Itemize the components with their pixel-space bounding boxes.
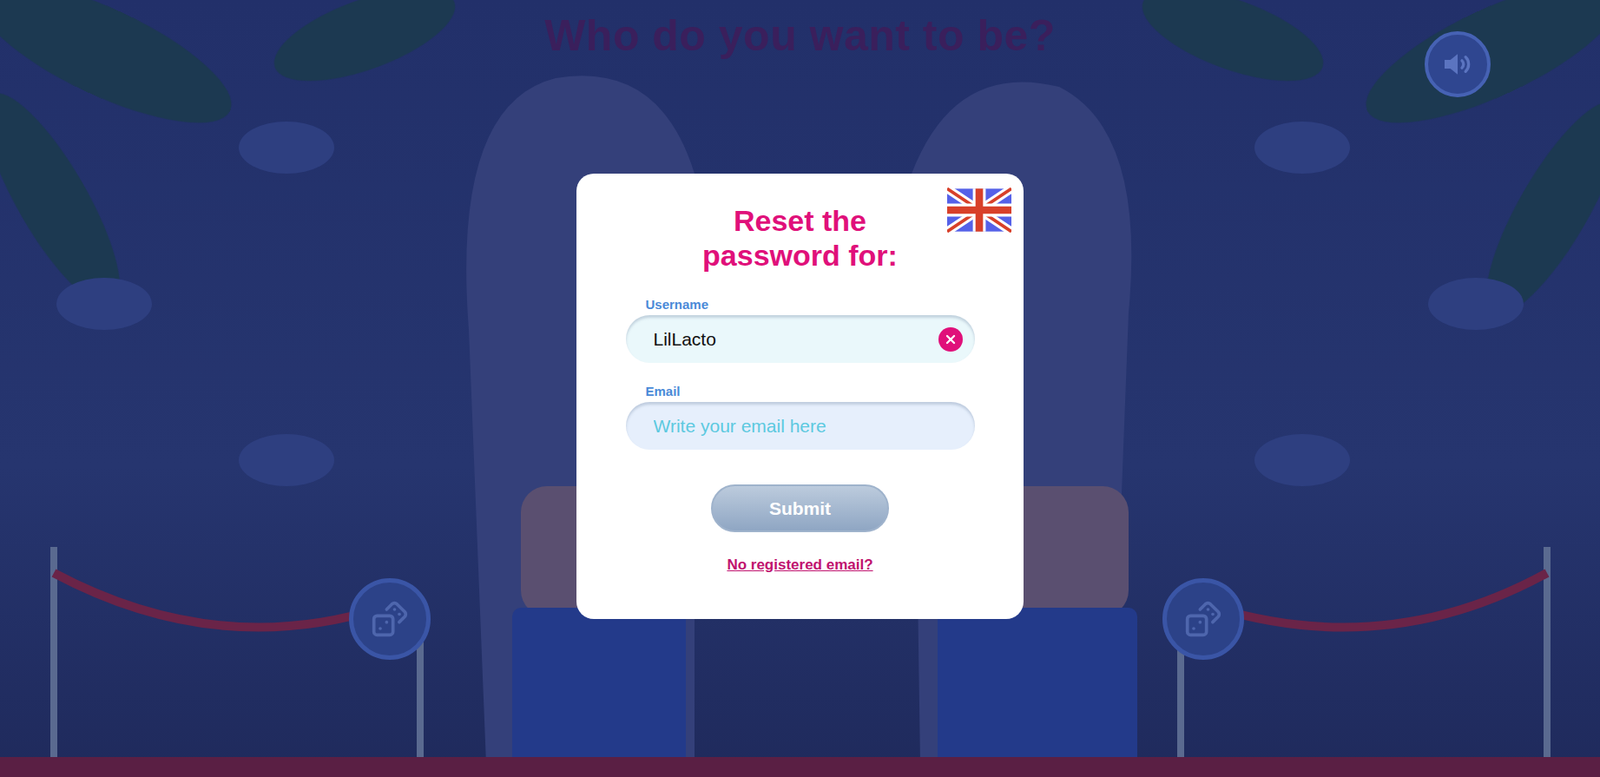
page: Who do you want to be? Reset the password… [0, 0, 1600, 777]
input-wrap [625, 315, 975, 363]
field-label: Email [625, 383, 975, 399]
input-wrap [625, 401, 975, 450]
dialog-overlay: Reset the password for: Username Email Subm… [0, 0, 1600, 777]
speaker-icon [1440, 46, 1475, 82]
form-field: Username [625, 296, 975, 363]
submit-button[interactable]: Submit [711, 484, 889, 533]
dice-icon [370, 599, 409, 639]
dice-icon [1184, 599, 1223, 639]
text-input[interactable] [625, 315, 975, 363]
close-icon [943, 332, 958, 347]
sound-button[interactable] [1424, 31, 1491, 98]
randomize-button[interactable] [348, 578, 431, 660]
reset-form: Username Email [625, 296, 975, 450]
randomize-button[interactable] [1162, 578, 1245, 660]
no-email-link[interactable]: No registered email? [726, 556, 873, 574]
field-label: Username [625, 296, 975, 312]
flag-icon[interactable] [947, 185, 1012, 235]
text-input[interactable] [625, 401, 975, 450]
form-field: Email [625, 383, 975, 450]
clear-button[interactable] [938, 327, 963, 352]
reset-password-dialog: Reset the password for: Username Email Subm… [576, 173, 1024, 619]
screen-title: Who do you want to be? [544, 0, 1056, 61]
dialog-title: Reset the password for: [678, 203, 922, 273]
